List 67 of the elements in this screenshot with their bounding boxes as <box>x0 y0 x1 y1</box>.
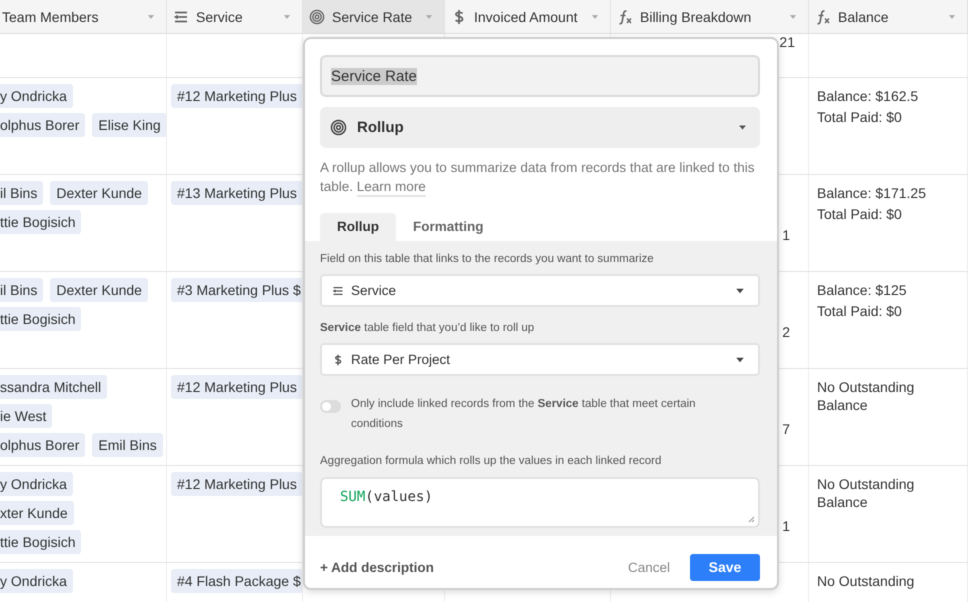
member-tag: Emil Bins <box>92 433 163 457</box>
dropdown-select[interactable]: Service <box>320 274 760 307</box>
cell-text: 2 <box>782 324 790 340</box>
cell-text: Balance: $162.5 <box>817 87 920 105</box>
learn-more-link[interactable]: Learn more <box>356 179 426 197</box>
column-header[interactable]: Balance <box>809 0 968 33</box>
lines-icon <box>173 8 189 24</box>
cell-text: Balance: $171.25 <box>817 184 927 202</box>
column-header[interactable]: Service Rate <box>303 0 445 33</box>
cell-text: Balance: $125 <box>817 281 908 299</box>
member-tag: Dexter Kunde <box>50 181 148 205</box>
spiral-icon <box>330 119 347 136</box>
field-label: Service table field that you’d like to roll up <box>320 321 536 335</box>
column-header[interactable]: Billing Breakdown <box>611 0 809 33</box>
dollar-icon <box>332 354 344 366</box>
member-tag: y Ondricka <box>0 84 73 108</box>
cell-text: Total Paid: $0 <box>817 302 903 320</box>
member-tag: y Ondricka <box>0 569 73 593</box>
name-field[interactable]: Service Rate <box>320 55 760 97</box>
field-label: Aggregation formula which rolls up the values in each linked record <box>320 454 662 468</box>
toggle-switch[interactable] <box>320 400 341 413</box>
function-icon <box>815 8 831 24</box>
column-header[interactable]: Team Members <box>0 0 167 33</box>
cell-text: No Outstanding Balance <box>817 378 916 414</box>
member-tag: olphus Borer <box>0 433 86 457</box>
cell-text: Total Paid: $0 <box>817 108 903 126</box>
function-icon <box>617 8 633 24</box>
toggle-label: Only include linked records from the Service table that meet certain conditions <box>351 397 697 432</box>
cell-text: No Outstanding Balance <box>817 475 916 511</box>
cell-text: No Outstanding <box>817 572 916 590</box>
column-header[interactable]: Invoiced Amount <box>445 0 611 33</box>
description-text: A rollup allows you to summarize data from records that are linked to this table. Learn more <box>320 158 760 196</box>
service-tag: #13 Marketing Plus <box>171 181 302 205</box>
tab[interactable]: Formatting <box>396 213 500 241</box>
field-type-select[interactable]: Rollup <box>320 107 760 148</box>
service-tag: #12 Marketing Plus <box>171 84 302 108</box>
member-tag: ttie Bogisich <box>0 210 82 234</box>
resize-grip-icon[interactable] <box>748 516 755 523</box>
member-tag: Elise King <box>92 113 166 137</box>
cancel-button[interactable]: Cancel <box>628 560 670 574</box>
member-tag: ttie Bogisich <box>0 530 82 554</box>
member-tag: il Bins <box>0 181 44 205</box>
member-tag: y Ondricka <box>0 472 73 496</box>
spiral-icon <box>309 8 325 24</box>
member-tag: Dexter Kunde <box>50 278 148 302</box>
member-tag: ie West <box>0 404 52 428</box>
save-button[interactable]: Save <box>690 554 760 580</box>
cell-text: 1 <box>782 227 790 243</box>
member-tag: xter Kunde <box>0 501 74 525</box>
member-tag: ttie Bogisich <box>0 307 82 331</box>
member-tag: il Bins <box>0 278 44 302</box>
cell-text: Total Paid: $0 <box>817 205 903 223</box>
member-tag: ssandra Mitchell <box>0 375 108 399</box>
formula-field[interactable]: SUM(values) <box>320 477 760 528</box>
tab[interactable]: Rollup <box>320 213 396 241</box>
member-tag: olphus Borer <box>0 113 86 137</box>
field-label: Field on this table that links to the records you want to summarize <box>320 252 655 266</box>
cell-text: 21 <box>779 34 795 50</box>
cell-text: 1 <box>782 518 790 534</box>
dropdown-select[interactable]: Rate Per Project <box>320 343 760 376</box>
service-tag: #3 Marketing Plus $ <box>171 278 302 302</box>
add-description-button[interactable]: + Add description <box>320 560 628 574</box>
cell-text: 7 <box>782 421 790 437</box>
lines-icon <box>332 284 344 296</box>
service-tag: #4 Flash Package $ <box>171 569 302 593</box>
service-tag: #12 Marketing Plus <box>171 375 302 399</box>
service-tag: #12 Marketing Plus <box>171 472 302 496</box>
